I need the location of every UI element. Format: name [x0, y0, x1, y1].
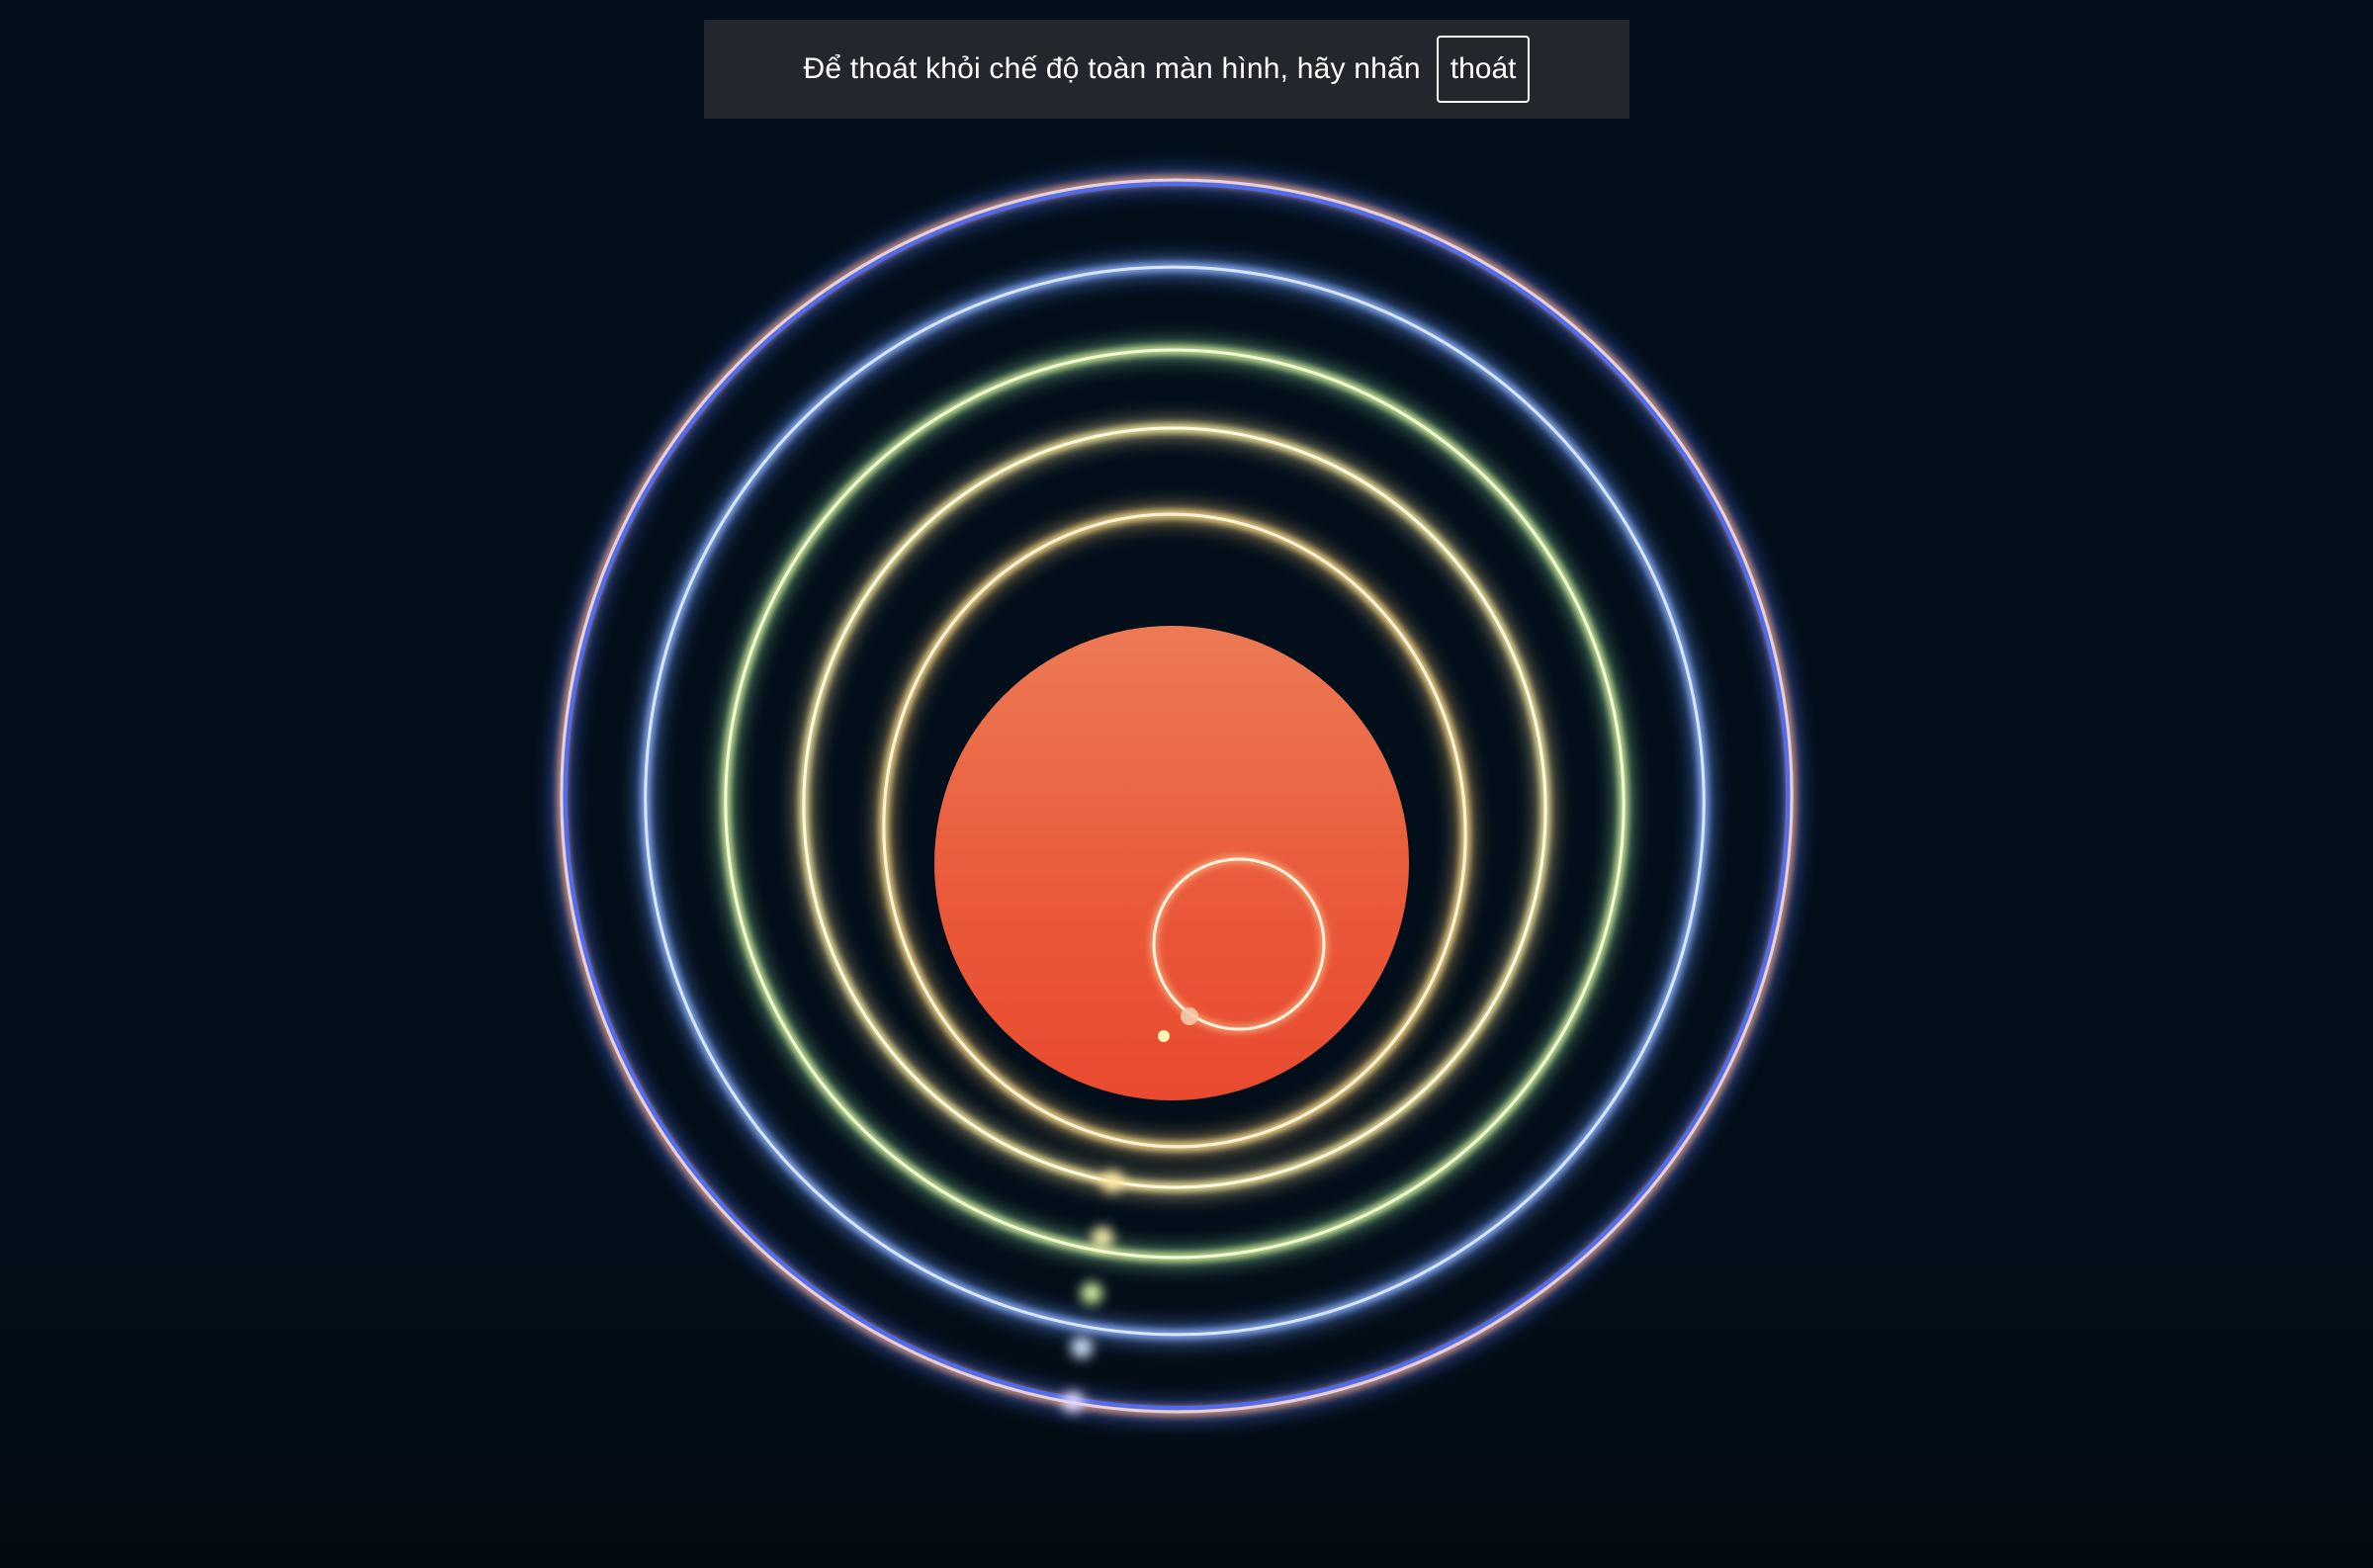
orbit-animation-canvas — [550, 169, 1803, 1423]
moon-spark — [1158, 1030, 1170, 1042]
fullscreen-exit-banner: Để thoát khỏi chế độ toàn màn hình, hãy … — [704, 20, 1629, 119]
fullscreen-message: Để thoát khỏi chế độ toàn màn hình, hãy … — [803, 52, 1421, 85]
sun — [934, 626, 1409, 1100]
planet-2 — [1092, 1227, 1113, 1249]
moon — [1181, 1007, 1198, 1025]
fullscreen-stage: Để thoát khỏi chế độ toàn màn hình, hãy … — [0, 0, 2373, 1568]
planet-3 — [1081, 1282, 1102, 1304]
planet-markers — [1062, 1171, 1123, 1413]
planet-1 — [1101, 1171, 1123, 1192]
planet-5 — [1062, 1391, 1084, 1413]
exit-fullscreen-button[interactable]: thoát — [1436, 36, 1531, 103]
planet-4 — [1071, 1337, 1093, 1358]
